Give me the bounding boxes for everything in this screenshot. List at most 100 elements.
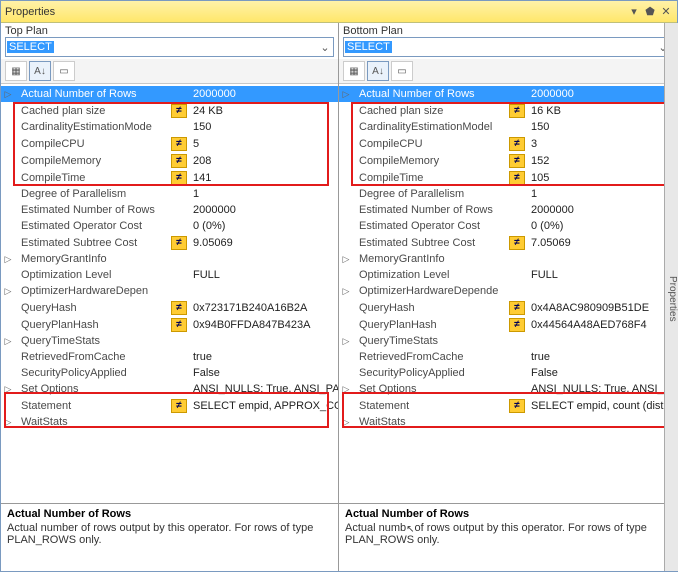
- expand-icon[interactable]: ▷: [341, 415, 351, 429]
- property-row[interactable]: CompileTime≠105: [339, 169, 676, 186]
- property-row[interactable]: Estimated Number of Rows2000000: [339, 202, 676, 218]
- expand-icon[interactable]: ▷: [3, 284, 13, 298]
- expand-icon[interactable]: ▷: [341, 382, 351, 396]
- description-body: Actual number of rows output by this ope…: [7, 522, 332, 546]
- properties-pages-button[interactable]: ▭: [53, 61, 75, 81]
- pin-icon[interactable]: ⬟: [643, 6, 657, 18]
- property-name: Optimization Level: [357, 267, 507, 283]
- property-row[interactable]: ▷MemoryGrantInfo: [1, 251, 338, 267]
- toolbar-left: ▦ A↓ ▭: [1, 59, 338, 84]
- property-row[interactable]: ▷Actual Number of Rows2000000: [339, 86, 676, 102]
- property-value: 24 KB: [191, 102, 338, 119]
- property-name: CompileMemory: [19, 152, 169, 169]
- property-name: Statement: [19, 397, 169, 414]
- titlebar: Properties ▾ ⬟ ✕: [1, 1, 677, 23]
- window-title: Properties: [5, 6, 55, 18]
- property-name: SecurityPolicyApplied: [357, 365, 507, 381]
- property-row[interactable]: CompileCPU≠5: [1, 135, 338, 152]
- property-name: Degree of Parallelism: [357, 186, 507, 202]
- expand-icon[interactable]: ▷: [341, 334, 351, 348]
- property-row[interactable]: Estimated Number of Rows2000000: [1, 202, 338, 218]
- plan-select-left[interactable]: SELECT ⌄: [5, 37, 334, 57]
- property-row[interactable]: SecurityPolicyAppliedFalse: [339, 365, 676, 381]
- categorized-button[interactable]: ▦: [343, 61, 365, 81]
- expand-icon[interactable]: ▷: [341, 284, 351, 298]
- categorized-button[interactable]: ▦: [5, 61, 27, 81]
- property-row[interactable]: ▷ QueryTimeStats: [339, 333, 676, 349]
- property-row[interactable]: CompileTime≠141: [1, 169, 338, 186]
- property-row[interactable]: RetrievedFromCachetrue: [1, 349, 338, 365]
- property-name: WaitStats: [357, 414, 507, 430]
- expand-icon[interactable]: ▷: [341, 252, 351, 266]
- property-row[interactable]: ▷QueryTimeStats: [1, 333, 338, 349]
- expand-icon[interactable]: ▷: [3, 334, 13, 348]
- property-value: 0x723171B240A16B2A: [191, 299, 338, 316]
- property-row[interactable]: ▷Actual Number of Rows2000000: [1, 86, 338, 102]
- not-equal-icon: ≠: [509, 171, 525, 185]
- properties-pages-button[interactable]: ▭: [391, 61, 413, 81]
- sort-az-button[interactable]: A↓: [29, 61, 51, 81]
- property-value: true: [529, 349, 676, 365]
- property-row[interactable]: CompileMemory≠152: [339, 152, 676, 169]
- sort-az-button[interactable]: A↓: [367, 61, 389, 81]
- property-row[interactable]: CardinalityEstimationMode150: [1, 119, 338, 135]
- expand-icon[interactable]: ▷: [3, 87, 13, 101]
- side-tab-properties[interactable]: Properties: [664, 23, 678, 571]
- property-row[interactable]: CompileMemory≠208: [1, 152, 338, 169]
- property-row[interactable]: Estimated Subtree Cost≠9.05069: [1, 234, 338, 251]
- property-row[interactable]: RetrievedFromCachetrue: [339, 349, 676, 365]
- expand-icon[interactable]: ▷: [341, 87, 351, 101]
- property-row[interactable]: Optimization LevelFULL: [1, 267, 338, 283]
- property-row[interactable]: QueryPlanHash≠0x94B0FFDA847B423A: [1, 316, 338, 333]
- expand-icon[interactable]: ▷: [3, 382, 13, 396]
- property-row[interactable]: Statement≠SELECT empid, APPROX_CO: [1, 397, 338, 414]
- property-row[interactable]: ▷Set OptionsANSI_NULLS: True, ANSI_PADDI…: [339, 381, 676, 397]
- property-name: Optimization Level: [19, 267, 169, 283]
- description-title: Actual Number of Rows: [345, 508, 670, 520]
- property-row[interactable]: Optimization LevelFULL: [339, 267, 676, 283]
- close-icon[interactable]: ✕: [659, 6, 673, 18]
- property-name: MemoryGrantInfo: [357, 251, 507, 267]
- property-value: [529, 333, 676, 349]
- property-name: QueryTimeStats: [357, 333, 507, 349]
- property-row[interactable]: Degree of Parallelism1: [1, 186, 338, 202]
- property-row[interactable]: QueryHash≠0x4A8AC980909B51DE: [339, 299, 676, 316]
- plan-select-right[interactable]: SELECT ⌄: [343, 37, 672, 57]
- property-value: 105: [529, 169, 676, 186]
- property-grid-left[interactable]: ▷Actual Number of Rows2000000Cached plan…: [1, 84, 338, 503]
- description-body-pre: Actual numb: [345, 522, 406, 534]
- property-row[interactable]: Degree of Parallelism1: [339, 186, 676, 202]
- property-row[interactable]: Estimated Subtree Cost≠7.05069: [339, 234, 676, 251]
- not-equal-icon: ≠: [171, 318, 187, 332]
- property-row[interactable]: ▷OptimizerHardwareDepen: [1, 283, 338, 299]
- property-value: 0x94B0FFDA847B423A: [191, 316, 338, 333]
- property-value: 16 KB: [529, 102, 676, 119]
- property-row[interactable]: Statement≠SELECT empid, count (distinct(…: [339, 397, 676, 414]
- toolbar-right: ▦ A↓ ▭: [339, 59, 676, 84]
- property-row[interactable]: ▷WaitStats: [1, 414, 338, 430]
- property-row[interactable]: Estimated Operator Cost0 (0%): [339, 218, 676, 234]
- property-row[interactable]: Cached plan size≠ 24 KB: [1, 102, 338, 119]
- property-row[interactable]: ▷OptimizerHardwareDepende: [339, 283, 676, 299]
- property-grid-right[interactable]: ▷Actual Number of Rows2000000Cached plan…: [339, 84, 676, 503]
- property-name: Cached plan size: [19, 102, 169, 119]
- property-row[interactable]: Estimated Operator Cost0 (0%): [1, 218, 338, 234]
- property-row[interactable]: CardinalityEstimationModel150: [339, 119, 676, 135]
- property-row[interactable]: ▷ WaitStats: [339, 414, 676, 430]
- expand-icon[interactable]: ▷: [3, 415, 13, 429]
- property-value: [191, 283, 338, 299]
- property-row[interactable]: QueryPlanHash≠0x44564A48AED768F4: [339, 316, 676, 333]
- property-row[interactable]: SecurityPolicyAppliedFalse: [1, 365, 338, 381]
- dropdown-icon[interactable]: ▾: [627, 6, 641, 18]
- description-pane-left: Actual Number of Rows Actual number of r…: [1, 503, 338, 571]
- not-equal-icon: ≠: [171, 171, 187, 185]
- property-row[interactable]: ▷ MemoryGrantInfo: [339, 251, 676, 267]
- property-row[interactable]: Cached plan size≠16 KB: [339, 102, 676, 119]
- property-value: 7.05069: [529, 234, 676, 251]
- expand-icon[interactable]: ▷: [3, 252, 13, 266]
- not-equal-icon: ≠: [171, 104, 187, 118]
- property-row[interactable]: QueryHash≠0x723171B240A16B2A: [1, 299, 338, 316]
- property-row[interactable]: ▷Set OptionsANSI_NULLS: True, ANSI_PADDI…: [1, 381, 338, 397]
- property-value: [529, 414, 676, 430]
- property-row[interactable]: CompileCPU≠3: [339, 135, 676, 152]
